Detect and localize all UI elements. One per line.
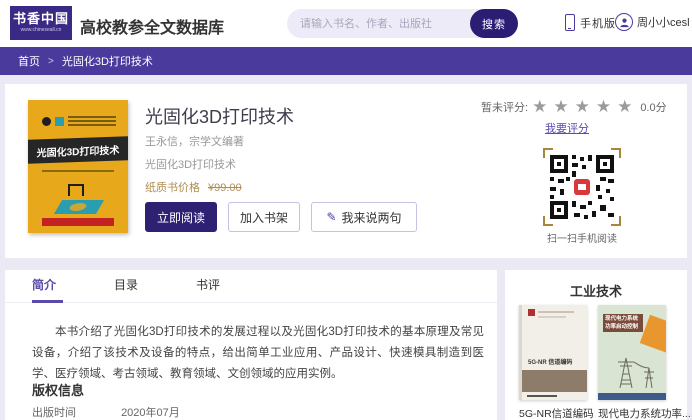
logo-subtitle: www.chineseall.cn	[21, 27, 62, 34]
related-book-cover: 现代电力系统功率启动控制	[598, 305, 666, 400]
cover-author-line	[42, 170, 114, 172]
rating-label: 暂未评分:	[481, 99, 528, 115]
user-icon	[619, 17, 630, 28]
phone-icon	[565, 14, 575, 31]
comment-button[interactable]: ✎ 我来说两句	[311, 202, 417, 232]
price-label: 纸质书价格	[145, 182, 200, 194]
star-icon[interactable]: ★	[596, 98, 613, 115]
intro-card: 简介 目录 书评 本书介绍了光固化3D打印技术的发展过程以及光固化3D打印技术的…	[5, 270, 497, 420]
site-title: 高校教参全文数据库	[80, 14, 224, 38]
price-value: ¥99.00	[208, 182, 242, 194]
related-book-power[interactable]: 现代电力系统功率启动控制 现代电力系统功率...	[598, 305, 666, 420]
cover-series-logos	[42, 116, 116, 126]
rate-link[interactable]: 我要评分	[545, 120, 589, 136]
publish-label: 出版时间	[32, 407, 76, 419]
qr-caption: 扫一扫手机阅读	[543, 230, 621, 245]
related-books: 5G-NR 信道编码 5G-NR信道编码 现代电力系统功率启动控制	[519, 305, 666, 420]
tower-illustration	[606, 354, 658, 388]
related-book-caption[interactable]: 现代电力系统功率...	[598, 406, 666, 420]
logo-title: 书香中国	[13, 12, 69, 27]
avatar	[615, 13, 633, 31]
pencil-icon: ✎	[326, 210, 336, 224]
breadcrumb: 首页 > 光固化3D打印技术	[0, 47, 692, 75]
intro-paragraph: 本书介绍了光固化3D打印技术的发展过程以及光固化3D打印技术的基本原理及常见设备…	[32, 322, 484, 385]
page: 书香中国 www.chineseall.cn 高校教参全文数据库 搜索 手机版 …	[0, 0, 692, 420]
star-icon[interactable]: ★	[575, 98, 592, 115]
book-cover[interactable]: 光固化3D打印技术	[28, 100, 128, 233]
book-detail-card: 光固化3D打印技术 光固化3D打印技术 王永信，宗学文编著 光固化3D打印技术 …	[5, 84, 687, 258]
username: 周小小cesl	[637, 14, 690, 30]
rating-row: 暂未评分: ★ ★ ★ ★ ★ 0.0分	[481, 98, 667, 115]
printer-tray-illustration	[54, 200, 104, 214]
category-heading: 工业技术	[505, 281, 687, 300]
tab-contents[interactable]: 目录	[114, 270, 169, 303]
publisher-logo	[42, 218, 114, 226]
publish-value: 2020年07月	[121, 407, 180, 419]
breadcrumb-home[interactable]: 首页	[18, 53, 40, 69]
price-row: 纸质书价格 ¥99.00	[145, 179, 242, 195]
book-title: 光固化3D打印技术	[145, 103, 294, 129]
star-icon[interactable]: ★	[553, 98, 570, 115]
header: 书香中国 www.chineseall.cn 高校教参全文数据库 搜索 手机版 …	[0, 0, 692, 47]
rating-score: 0.0分	[640, 99, 666, 115]
qr-code-image	[548, 153, 616, 221]
publish-row: 出版时间 2020年07月	[32, 404, 180, 420]
search-input[interactable]	[287, 18, 470, 30]
tab-bar: 简介 目录 书评	[5, 270, 497, 303]
action-buttons: 立即阅读 加入书架 ✎ 我来说两句	[145, 202, 417, 232]
printer-illustration	[68, 184, 84, 196]
qr-code	[543, 148, 621, 226]
read-now-button[interactable]: 立即阅读	[145, 202, 217, 232]
mobile-version-label: 手机版	[580, 15, 616, 31]
add-to-shelf-button[interactable]: 加入书架	[228, 202, 300, 232]
search-button[interactable]: 搜索	[470, 9, 518, 38]
search-bar: 搜索	[287, 9, 518, 38]
tab-reviews[interactable]: 书评	[196, 270, 251, 303]
star-icon[interactable]: ★	[617, 98, 634, 115]
related-book-5g[interactable]: 5G-NR 信道编码 5G-NR信道编码	[519, 305, 587, 420]
user-account[interactable]: 周小小cesl	[615, 13, 690, 31]
book-series: 光固化3D打印技术	[145, 156, 236, 172]
mobile-version-link[interactable]: 手机版	[565, 14, 616, 31]
tab-intro[interactable]: 简介	[32, 270, 87, 303]
copyright-heading: 版权信息	[32, 380, 84, 399]
breadcrumb-separator: >	[48, 56, 54, 67]
site-logo[interactable]: 书香中国 www.chineseall.cn	[10, 6, 72, 40]
book-author: 王永信，宗学文编著	[145, 133, 244, 149]
breadcrumb-current: 光固化3D打印技术	[62, 53, 153, 69]
cover-title-band: 光固化3D打印技术	[28, 136, 128, 163]
related-book-caption[interactable]: 5G-NR信道编码	[519, 406, 587, 420]
related-books-card: 工业技术 5G-NR 信道编码 5G-NR信道编码 现代电力系统功率启动控制	[505, 270, 687, 420]
related-book-cover: 5G-NR 信道编码	[519, 305, 587, 400]
star-icon[interactable]: ★	[532, 98, 549, 115]
